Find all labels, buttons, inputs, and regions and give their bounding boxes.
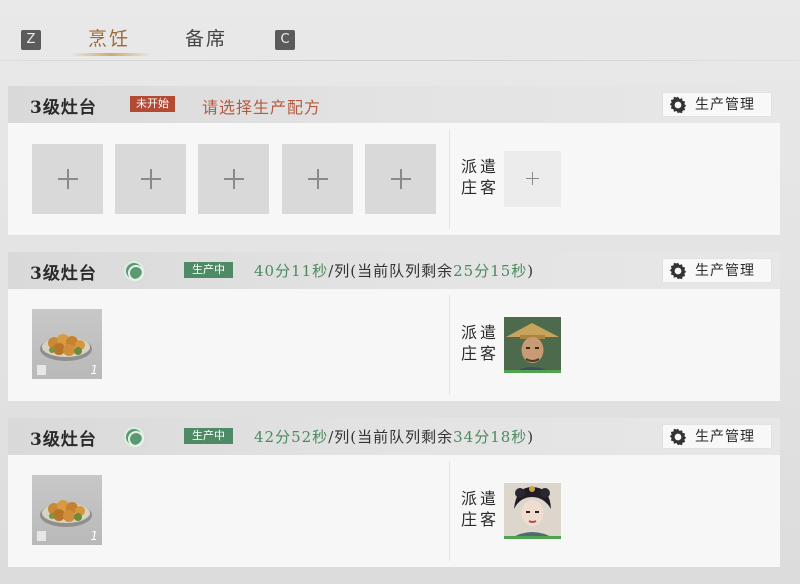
stove-body: 1 派遣庄客 (8, 455, 780, 567)
stove-body: 1 派遣庄客 (8, 289, 780, 401)
stove-panel-3: 3级灶台 生产中 42分52秒/列(当前队列剩余34分18秒) 生产管理 1 派… (8, 418, 780, 567)
section-divider (449, 461, 450, 561)
top-divider (0, 60, 800, 61)
status-badge: 生产中 (184, 428, 233, 444)
stove-body: 派遣庄客 (8, 123, 780, 235)
stove-header: 3级灶台 生产中 42分52秒/列(当前队列剩余34分18秒) 生产管理 (8, 418, 780, 455)
dish-count: 1 (90, 529, 98, 543)
active-tab-underline (70, 53, 152, 56)
time-per-row: 42分52秒 (254, 428, 329, 446)
recipe-slot-5[interactable] (365, 144, 436, 214)
in-progress-ring-icon (123, 426, 145, 448)
manage-label: 生产管理 (695, 429, 755, 445)
gear-icon (669, 96, 687, 114)
queue-label: /列(当前队列剩余 (328, 428, 454, 446)
status-badge: 生产中 (184, 262, 233, 278)
production-manage-button[interactable]: 生产管理 (662, 258, 772, 283)
dispatch-worker-label: 派遣庄客 (461, 323, 500, 363)
recipe-slot-2[interactable] (115, 144, 186, 214)
stove-title: 3级灶台 (30, 430, 97, 450)
production-manage-button[interactable]: 生产管理 (662, 424, 772, 449)
worker-status-bar (504, 536, 561, 539)
assign-worker-slot[interactable] (504, 151, 561, 207)
section-divider (449, 129, 450, 229)
dish-count: 1 (90, 363, 98, 377)
gear-icon (669, 262, 687, 280)
stove-header: 3级灶台 未开始 请选择生产配方 生产管理 (8, 86, 780, 123)
tab-cooking[interactable]: 烹饪 (88, 24, 130, 51)
worker-status-bar (504, 370, 561, 373)
top-tab-bar: Z 烹饪 备席 C (0, 0, 800, 80)
queue-remaining: 25分15秒 (453, 262, 528, 280)
recipe-dish-slot[interactable]: 1 (32, 309, 102, 379)
recipe-slot-1[interactable] (32, 144, 103, 214)
in-progress-ring-icon (123, 260, 145, 282)
male-villager-portrait-icon (504, 317, 561, 373)
worker-avatar[interactable] (504, 483, 561, 539)
stove-title: 3级灶台 (30, 98, 97, 118)
dispatch-worker-label: 派遣庄客 (461, 157, 500, 197)
worker-avatar[interactable] (504, 317, 561, 373)
recipe-slot-4[interactable] (282, 144, 353, 214)
select-recipe-hint: 请选择生产配方 (202, 98, 322, 117)
stove-header: 3级灶台 生产中 40分11秒/列(当前队列剩余25分15秒) 生产管理 (8, 252, 780, 289)
recipe-slot-3[interactable] (198, 144, 269, 214)
recipe-dish-slot[interactable]: 1 (32, 475, 102, 545)
key-hint-z[interactable]: Z (21, 30, 41, 50)
queue-close: ) (527, 262, 535, 280)
production-manage-button[interactable]: 生产管理 (662, 92, 772, 117)
key-hint-c[interactable]: C (275, 30, 295, 50)
queue-label: /列(当前队列剩余 (328, 262, 454, 280)
gear-icon (669, 428, 687, 446)
manage-label: 生产管理 (695, 97, 755, 113)
female-villager-portrait-icon (504, 483, 561, 539)
stove-title: 3级灶台 (30, 264, 97, 284)
manage-label: 生产管理 (695, 263, 755, 279)
production-timer: 40分11秒/列(当前队列剩余25分15秒) (254, 260, 534, 281)
production-timer: 42分52秒/列(当前队列剩余34分18秒) (254, 426, 534, 447)
time-per-row: 40分11秒 (254, 262, 329, 280)
queue-close: ) (527, 428, 535, 446)
item-tag-icon (37, 365, 46, 375)
section-divider (449, 295, 450, 395)
dispatch-worker-label: 派遣庄客 (461, 489, 500, 529)
queue-remaining: 34分18秒 (453, 428, 528, 446)
item-tag-icon (37, 531, 46, 541)
tab-banquet-prep[interactable]: 备席 (185, 24, 227, 51)
status-badge: 未开始 (130, 96, 175, 112)
stove-panel-2: 3级灶台 生产中 40分11秒/列(当前队列剩余25分15秒) 生产管理 1 派… (8, 252, 780, 401)
stove-panel-1: 3级灶台 未开始 请选择生产配方 生产管理 派遣庄客 (8, 86, 780, 235)
